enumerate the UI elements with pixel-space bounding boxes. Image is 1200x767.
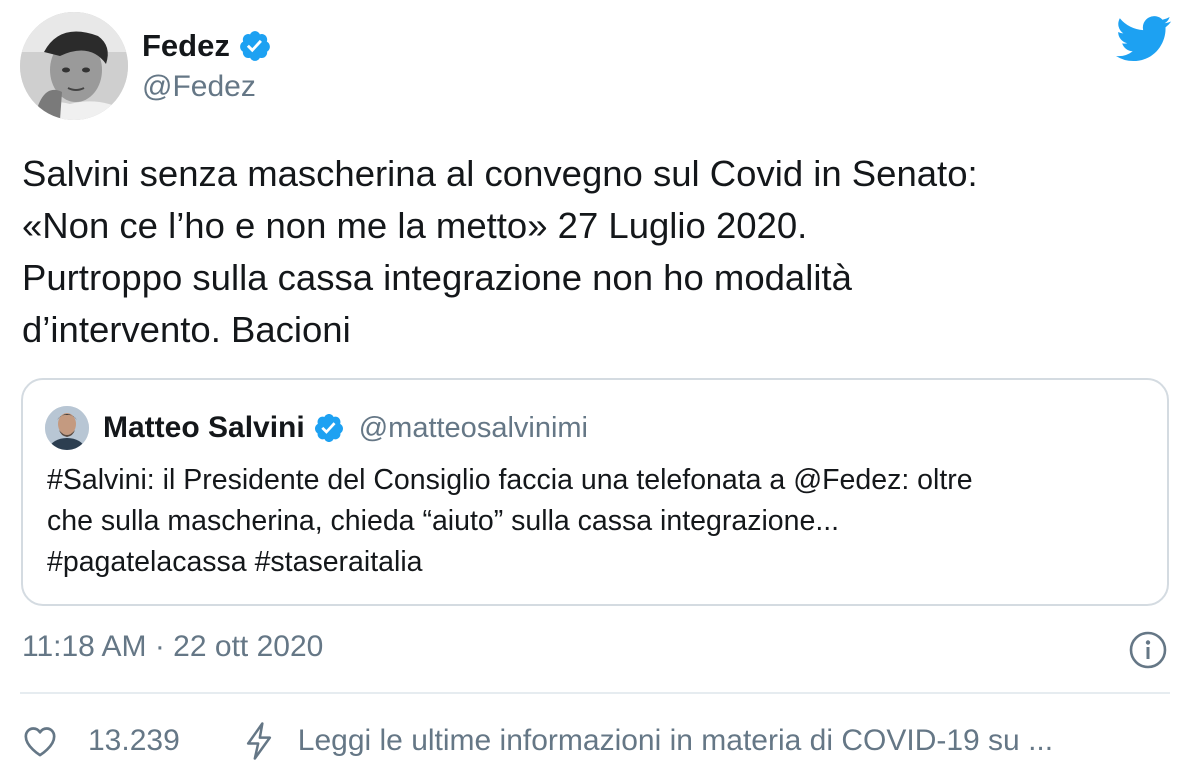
tweet-text-line: Purtroppo sulla cassa integrazione non h… (22, 257, 852, 298)
quoted-author-row: Matteo Salvini @matteosalvinimi (103, 406, 588, 450)
info-icon[interactable] (1128, 630, 1168, 670)
quoted-author-handle[interactable]: @matteosalvinimi (359, 412, 588, 445)
tweet-timestamp[interactable]: 11:18 AM · 22 ott 2020 (22, 630, 323, 664)
divider (20, 692, 1170, 694)
like-count: 13.239 (88, 724, 180, 757)
verified-badge-icon (313, 412, 345, 444)
tweet-text-line: «Non ce l’ho e non me la metto» 27 Lugli… (22, 205, 808, 246)
tweet-actions: 13.239 Leggi le ultime informazioni in m… (20, 718, 1053, 764)
author-display-name[interactable]: Fedez (142, 28, 230, 64)
tweet-text-line: d’intervento. Bacioni (22, 309, 351, 350)
quoted-author-avatar[interactable] (45, 406, 89, 450)
verified-badge-icon (238, 29, 272, 63)
quoted-text-line: #Salvini: il Presidente del Consiglio fa… (47, 464, 973, 496)
author-name-row: Fedez (142, 26, 272, 66)
quoted-tweet-text: #Salvini: il Presidente del Consiglio fa… (47, 460, 1157, 583)
quoted-author-display-name[interactable]: Matteo Salvini (103, 411, 305, 445)
quoted-text-line: che sulla mascherina, chieda “aiuto” sul… (47, 505, 840, 537)
quoted-tweet[interactable]: Matteo Salvini @matteosalvinimi #Salvini… (21, 378, 1169, 606)
quoted-text-line: #pagatelacassa #staseraitalia (47, 546, 423, 578)
author-avatar[interactable] (20, 12, 128, 120)
author-handle[interactable]: @Fedez (142, 70, 256, 104)
tweet-card: Fedez @Fedez Salvini senza mascherina al… (0, 0, 1200, 767)
twitter-bird-icon[interactable] (1116, 14, 1172, 62)
covid-info-link[interactable]: Leggi le ultime informazioni in materia … (298, 724, 1053, 758)
heart-icon[interactable] (20, 721, 60, 761)
tweet-text: Salvini senza mascherina al convegno sul… (22, 148, 1182, 356)
lightning-bolt-icon[interactable] (244, 721, 274, 761)
tweet-text-line: Salvini senza mascherina al convegno sul… (22, 153, 978, 194)
